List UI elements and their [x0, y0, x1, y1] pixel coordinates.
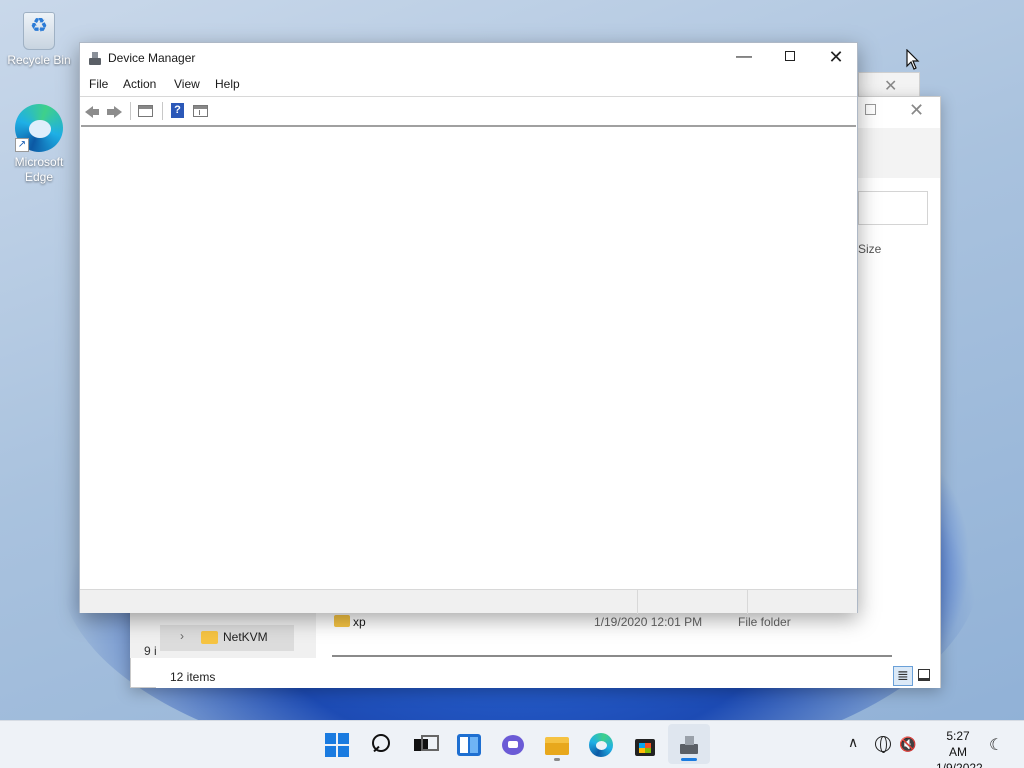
menu-bar: File Action View Help — [80, 73, 857, 96]
toolbar-separator — [130, 102, 131, 120]
details-view-button[interactable] — [893, 666, 913, 686]
toolbar: ? — [80, 96, 857, 124]
window-title: Device Manager — [108, 51, 196, 65]
help-icon[interactable]: ? — [169, 102, 187, 120]
minimize-button[interactable]: — — [721, 43, 767, 73]
clock-time: 5:27 AM — [946, 729, 970, 759]
file-row-date: 1/19/2020 12:01 PM — [594, 615, 703, 629]
explorer-status-bar — [156, 663, 940, 688]
maximize-icon[interactable] — [865, 104, 876, 115]
task-view-icon[interactable] — [412, 733, 439, 757]
start-icon[interactable] — [325, 733, 349, 757]
tree-item-label: NetKVM — [223, 630, 268, 644]
explorer-search-input[interactable] — [858, 191, 928, 225]
folder-icon — [201, 631, 218, 644]
device-manager-window[interactable]: Device Manager — ✕ File Action View Help… — [79, 42, 858, 614]
device-manager-icon — [88, 51, 102, 66]
menu-action[interactable]: Action — [123, 77, 156, 91]
device-manager-icon[interactable] — [677, 733, 701, 757]
item-count: 12 items — [170, 670, 216, 684]
clock[interactable]: 5:27 AM 1/9/2022 — [936, 728, 983, 768]
file-explorer-icon[interactable] — [545, 733, 569, 757]
notifications-moon-icon[interactable]: ☾ — [989, 735, 1003, 755]
desktop-icon-recycle-bin[interactable]: Recycle Bin — [1, 12, 77, 68]
desktop-icon-label: Recycle Bin — [7, 53, 71, 67]
properties-icon[interactable] — [137, 102, 155, 120]
active-indicator — [681, 758, 697, 761]
network-globe-icon[interactable] — [875, 736, 891, 753]
sound-muted-icon[interactable]: 🔇 — [899, 736, 916, 753]
edge-icon: ↗ — [15, 104, 63, 152]
recycle-bin-icon — [23, 12, 55, 50]
partial-status-text: 9 i — [144, 644, 157, 658]
toolbar-separator — [162, 102, 163, 120]
status-divider — [637, 590, 638, 614]
folder-icon — [334, 615, 350, 627]
store-icon[interactable] — [633, 733, 657, 757]
maximize-button[interactable] — [767, 43, 813, 73]
maximize-icon — [785, 51, 795, 61]
shortcut-arrow-icon: ↗ — [15, 138, 29, 152]
file-row-type: File folder — [738, 615, 791, 629]
edge-icon[interactable] — [589, 733, 613, 757]
running-indicator — [554, 758, 560, 761]
explorer-command-bar — [858, 128, 940, 178]
device-tree-pane[interactable] — [81, 125, 856, 589]
title-bar[interactable]: Device Manager — ✕ — [80, 43, 857, 73]
desktop-icon-edge[interactable]: ↗ Microsoft Edge — [1, 104, 77, 185]
menu-file[interactable]: File — [89, 77, 108, 91]
back-icon[interactable] — [83, 102, 101, 120]
menu-view[interactable]: View — [174, 77, 200, 91]
widgets-icon[interactable] — [457, 733, 481, 757]
menu-help[interactable]: Help — [215, 77, 240, 91]
horizontal-scrollbar[interactable] — [332, 655, 892, 657]
mouse-cursor-icon — [906, 48, 920, 71]
close-button[interactable]: ✕ — [813, 43, 859, 73]
desktop-icon-label: Microsoft Edge — [14, 155, 64, 184]
close-icon[interactable]: ✕ — [884, 76, 897, 96]
chevron-right-icon[interactable]: › — [180, 629, 184, 643]
search-icon[interactable] — [369, 733, 393, 757]
status-divider — [747, 590, 748, 614]
chat-icon[interactable] — [501, 733, 525, 757]
chevron-up-icon[interactable]: ∧ — [848, 734, 858, 751]
file-row-name[interactable]: xp — [353, 615, 366, 629]
clock-date: 1/9/2022 — [936, 761, 983, 768]
large-icons-view-button[interactable] — [918, 669, 930, 681]
close-icon[interactable]: ✕ — [909, 100, 924, 121]
forward-icon[interactable] — [106, 102, 124, 120]
show-hide-console-tree-icon[interactable] — [192, 102, 210, 120]
column-header-size[interactable]: Size — [858, 242, 881, 256]
status-bar — [80, 589, 857, 614]
